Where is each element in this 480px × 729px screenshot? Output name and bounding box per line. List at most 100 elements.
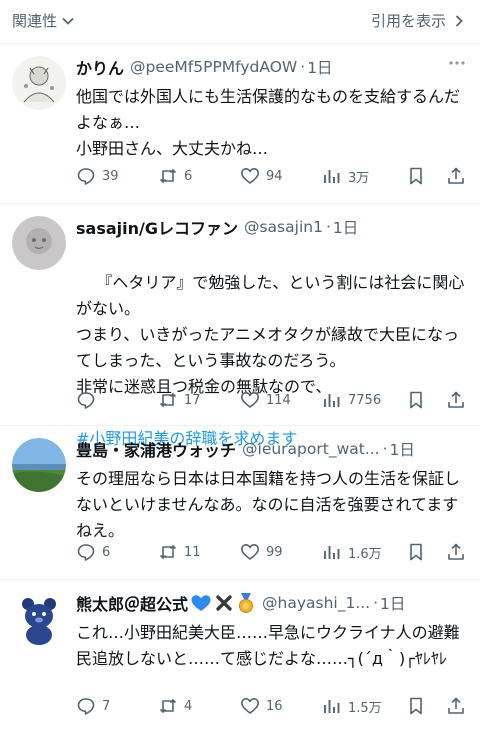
tweet-text-main: 『ヘタリア』で勉強した、という割には社会に関心がない。 つまり、いきがったアニメ… [76, 273, 465, 396]
share-button[interactable] [446, 696, 466, 716]
view-quotes-link[interactable]: 引用を表示 [371, 10, 466, 31]
tweet-header: かりん @peeMf5PPMfydAOW · 1日 [76, 55, 468, 79]
timestamp[interactable]: 1日 [307, 56, 332, 78]
bookmark-button[interactable] [406, 696, 426, 716]
view-count: 1.6万 [348, 546, 382, 562]
heart-icon [240, 697, 260, 715]
bookmark-icon [410, 543, 422, 561]
timestamp[interactable]: 1日 [390, 438, 415, 460]
display-name[interactable]: かりん [76, 55, 124, 79]
repost-count: 11 [184, 544, 201, 560]
sort-dropdown[interactable]: 関連性 [12, 10, 75, 31]
repost-icon [159, 169, 177, 183]
reply-button[interactable] [76, 390, 102, 410]
views-button[interactable]: 1.5万 [322, 696, 382, 716]
dot-separator: · [300, 58, 306, 76]
repost-button[interactable]: 6 [158, 166, 192, 186]
dot-separator: · [325, 218, 331, 236]
analytics-icon [324, 546, 340, 559]
repost-button[interactable]: 4 [158, 696, 192, 716]
view-quotes-label: 引用を表示 [370, 12, 446, 30]
like-count: 94 [266, 168, 283, 184]
tweet-text: その理屈なら日本は日本国籍を持つ人の生活を保証しないといけませんなあ。なのに自活… [76, 469, 461, 540]
reply-tweet[interactable]: 豊島・家浦港ウォッチ @ieuraport_wat... · 1日 その理屈なら… [0, 426, 480, 580]
reply-icon [77, 168, 95, 185]
repost-icon [159, 393, 177, 407]
tweet-text: これ…小野田紀美大臣……早急にウクライナ人の避難民追放しないと……て感じだよな…… [76, 623, 460, 668]
like-button[interactable]: 114 [240, 390, 291, 410]
avatar[interactable] [12, 592, 66, 646]
analytics-icon [324, 394, 340, 407]
share-button[interactable] [446, 166, 466, 186]
repost-icon [159, 545, 177, 559]
view-count: 7756 [348, 392, 382, 408]
like-count: 99 [266, 544, 283, 560]
views-button[interactable]: 1.6万 [322, 542, 382, 562]
share-icon [448, 697, 464, 714]
reply-tweet[interactable]: かりん @peeMf5PPMfydAOW · 1日 他国では外国人にも生活保護的… [0, 44, 480, 204]
timestamp[interactable]: 1日 [380, 592, 405, 614]
heart-icon [240, 391, 260, 409]
reply-tweet[interactable]: 熊太郎＠超公式 @hayashi_1... · 1日 これ…小野田紀美大臣……早… [0, 580, 480, 729]
repost-count: 4 [184, 698, 193, 714]
bookmark-button[interactable] [406, 166, 426, 186]
dot-separator: · [382, 440, 388, 458]
reply-icon [77, 392, 95, 409]
reply-tweet[interactable]: sasajin/Gレコファン @sasajin1 · 1日 『ヘタリア』で勉強し… [0, 204, 480, 448]
bookmark-button[interactable] [406, 390, 426, 410]
share-button[interactable] [446, 542, 466, 562]
like-button[interactable]: 16 [240, 696, 283, 716]
display-name[interactable]: 熊太郎＠超公式 [76, 591, 188, 615]
heart-icon [240, 167, 260, 185]
share-icon [448, 543, 464, 560]
analytics-icon [324, 700, 340, 713]
reply-count: 6 [102, 544, 111, 560]
tweet-header: 豊島・家浦港ウォッチ @ieuraport_wat... · 1日 [76, 437, 468, 461]
tweet-header: sasajin/Gレコファン @sasajin1 · 1日 [76, 215, 468, 239]
reply-button[interactable]: 39 [76, 166, 119, 186]
user-handle[interactable]: @ieuraport_wat... [242, 440, 380, 458]
analytics-icon [324, 170, 340, 183]
views-button[interactable]: 7756 [322, 390, 381, 410]
timestamp[interactable]: 1日 [333, 216, 358, 238]
repost-icon [159, 699, 177, 713]
avatar[interactable] [12, 438, 66, 492]
share-icon [448, 391, 464, 408]
bookmark-button[interactable] [406, 542, 426, 562]
reply-button[interactable]: 6 [76, 542, 110, 562]
tweet-header: 熊太郎＠超公式 @hayashi_1... · 1日 [76, 591, 468, 615]
like-button[interactable]: 99 [240, 542, 283, 562]
reply-button[interactable]: 7 [76, 696, 110, 716]
share-button[interactable] [446, 390, 466, 410]
gold-medal-icon [239, 593, 254, 613]
repost-button[interactable]: 17 [158, 390, 201, 410]
share-icon [448, 167, 464, 184]
like-count: 16 [266, 698, 283, 714]
views-button[interactable]: 3万 [322, 166, 369, 186]
heart-icon [240, 543, 260, 561]
display-name[interactable]: sasajin/Gレコファン [76, 215, 238, 239]
reply-count: 7 [102, 698, 111, 714]
user-handle[interactable]: @hayashi_1... [262, 594, 370, 612]
display-name[interactable]: 豊島・家浦港ウォッチ [76, 437, 236, 461]
avatar[interactable] [12, 56, 66, 110]
user-handle[interactable]: @sasajin1 [244, 218, 323, 236]
chevron-right-icon [455, 14, 463, 27]
like-button[interactable]: 94 [240, 166, 283, 186]
reply-count: 39 [102, 168, 119, 184]
tweet-text: 他国では外国人にも生活保護的なものを支給するんだよなぁ… 小野田さん、大丈夫かね… [76, 87, 461, 158]
chevron-down-icon [62, 17, 74, 25]
tweet-actions: 6 11 99 1.6万 [72, 542, 468, 566]
repost-button[interactable]: 11 [158, 542, 201, 562]
bookmark-icon [410, 697, 422, 715]
replies-header: 関連性 引用を表示 [0, 0, 480, 44]
reply-icon [77, 698, 95, 715]
bookmark-icon [410, 167, 422, 185]
sort-label: 関連性 [12, 12, 58, 30]
repost-count: 17 [184, 392, 201, 408]
user-handle[interactable]: @peeMf5PPMfydAOW [130, 58, 297, 76]
more-options-icon[interactable] [448, 56, 466, 70]
view-count: 1.5万 [348, 700, 382, 716]
avatar[interactable] [12, 216, 66, 270]
view-count: 3万 [348, 170, 370, 186]
